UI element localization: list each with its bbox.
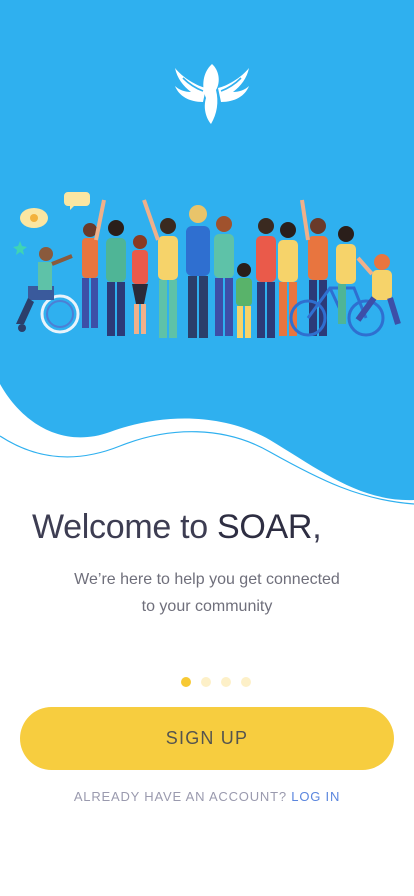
welcome-subtitle: We’re here to help you get connected to … xyxy=(50,566,364,620)
welcome-suffix: , xyxy=(312,508,322,546)
login-prompt: ALREADY HAVE AN ACCOUNT? LOG IN xyxy=(0,789,414,804)
onboarding-pager xyxy=(181,677,251,687)
welcome-heading: Welcome to SOAR, xyxy=(32,508,322,547)
log-in-link[interactable]: LOG IN xyxy=(291,789,340,804)
person-wheelchair xyxy=(16,247,80,334)
speech-bubble-icon xyxy=(13,192,90,255)
pager-dot-4[interactable] xyxy=(241,677,251,687)
community-crowd-illustration xyxy=(8,186,406,352)
sign-up-button[interactable]: SIGN UP xyxy=(20,707,394,770)
brand-name: SOAR xyxy=(217,508,313,546)
pager-dot-1[interactable] xyxy=(181,677,191,687)
soar-dove-icon xyxy=(173,58,251,126)
pager-dot-2[interactable] xyxy=(201,677,211,687)
subtitle-line-1: We’re here to help you get connected xyxy=(74,571,340,588)
pager-dot-3[interactable] xyxy=(221,677,231,687)
have-account-text: ALREADY HAVE AN ACCOUNT? xyxy=(73,789,287,804)
subtitle-line-2: to your community xyxy=(141,598,273,615)
welcome-prefix: Welcome to xyxy=(32,508,218,546)
